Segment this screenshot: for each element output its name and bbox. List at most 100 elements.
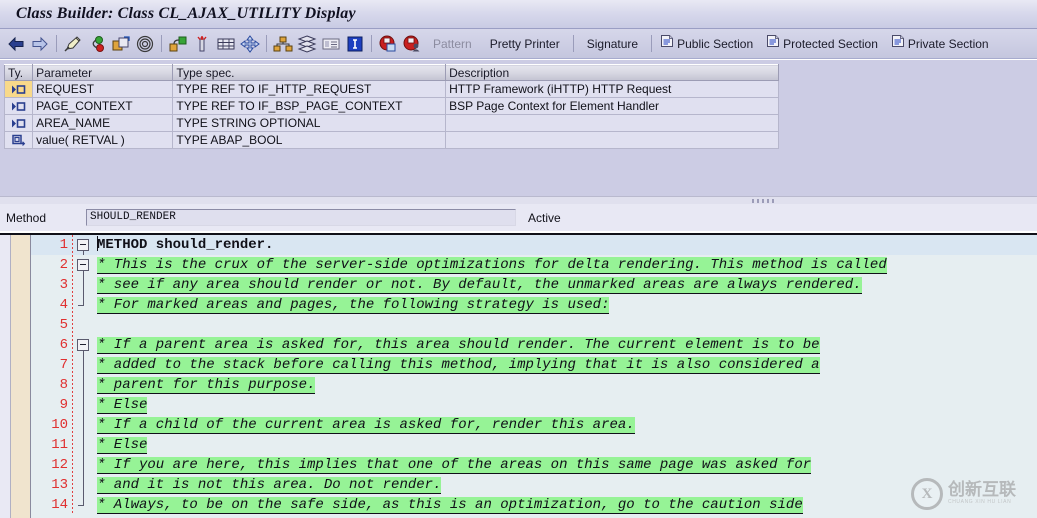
parameter-name-cell[interactable]: REQUEST: [32, 80, 174, 98]
code-line-text[interactable]: * This is the crux of the server-side op…: [95, 255, 1037, 275]
inheritance-icon[interactable]: [295, 32, 319, 56]
attribute-list-icon[interactable]: [319, 32, 343, 56]
code-line[interactable]: 5: [31, 315, 1037, 335]
code-line-text[interactable]: * Else: [95, 435, 1037, 455]
parameter-description-cell[interactable]: BSP Page Context for Element Handler: [445, 97, 779, 115]
code-line[interactable]: 9 * Else: [31, 395, 1037, 415]
code-line-text[interactable]: * and it is not this area. Do not render…: [95, 475, 1037, 495]
code-line[interactable]: 4 * For marked areas and pages, the follo…: [31, 295, 1037, 315]
table-row[interactable]: value( RETVAL ) TYPE ABAP_BOOL: [3, 131, 779, 149]
fold-collapse-icon[interactable]: [77, 239, 89, 251]
copy-object-icon[interactable]: [109, 32, 133, 56]
code-line-text[interactable]: * Else: [95, 395, 1037, 415]
private-section-button[interactable]: Private Section: [887, 33, 998, 55]
code-line[interactable]: 10 * If a child of the current area is as…: [31, 415, 1037, 435]
fold-gutter[interactable]: [73, 375, 95, 395]
fold-gutter[interactable]: [73, 475, 95, 495]
fold-collapse-icon[interactable]: [77, 339, 89, 351]
fold-gutter[interactable]: [73, 335, 95, 355]
fold-gutter[interactable]: [73, 455, 95, 475]
column-header-type-indicator[interactable]: Ty.: [3, 64, 34, 81]
code-line-text[interactable]: * added to the stack before calling this…: [95, 355, 1037, 375]
column-header-parameter[interactable]: Parameter: [32, 64, 174, 81]
fold-gutter[interactable]: [73, 295, 95, 315]
fold-gutter[interactable]: [73, 355, 95, 375]
code-line-text[interactable]: [95, 315, 1037, 335]
fold-gutter[interactable]: [73, 315, 95, 335]
back-arrow-icon[interactable]: [4, 32, 28, 56]
code-line[interactable]: 13 * and it is not this area. Do not rend…: [31, 475, 1037, 495]
code-line[interactable]: 8 * parent for this purpose.: [31, 375, 1037, 395]
exception-icon[interactable]: [400, 32, 424, 56]
code-lines-container[interactable]: 1 METHOD should_render. 2 * This is the cru…: [31, 235, 1037, 518]
pattern-button[interactable]: Pattern: [424, 33, 481, 55]
code-line-text[interactable]: METHOD should_render.: [95, 235, 1037, 255]
table-row[interactable]: PAGE_CONTEXT TYPE REF TO IF_BSP_PAGE_CONT…: [3, 97, 779, 115]
fold-gutter[interactable]: [73, 255, 95, 275]
bookmark-gutter[interactable]: [0, 235, 11, 518]
public-section-button[interactable]: Public Section: [656, 33, 762, 55]
fold-line: [83, 375, 84, 395]
code-line-text[interactable]: * For marked areas and pages, the follow…: [95, 295, 1037, 315]
code-line-text[interactable]: * parent for this purpose.: [95, 375, 1037, 395]
code-line[interactable]: 1 METHOD should_render.: [31, 235, 1037, 255]
parameter-type-indicator-returning[interactable]: [3, 131, 34, 149]
signature-button[interactable]: Signature: [578, 33, 647, 55]
navigate-icon[interactable]: [238, 32, 262, 56]
insert-statement-icon[interactable]: [190, 32, 214, 56]
comment-text: * and it is not this area. Do not render…: [97, 477, 442, 494]
parameter-type-cell[interactable]: TYPE REF TO IF_BSP_PAGE_CONTEXT: [172, 97, 447, 115]
breakpoint-gutter[interactable]: [11, 235, 31, 518]
code-line[interactable]: 2 * This is the crux of the server-side o…: [31, 255, 1037, 275]
parameter-type-cell[interactable]: TYPE ABAP_BOOL: [172, 131, 447, 149]
fold-gutter[interactable]: [73, 235, 95, 255]
code-line[interactable]: 11 * Else: [31, 435, 1037, 455]
fold-line: [83, 395, 84, 415]
parameter-description-cell[interactable]: [445, 131, 779, 149]
fold-gutter[interactable]: [73, 415, 95, 435]
parameter-name-cell[interactable]: AREA_NAME: [32, 114, 174, 132]
code-line-text[interactable]: * If a parent area is asked for, this ar…: [95, 335, 1037, 355]
forward-arrow-icon[interactable]: [28, 32, 52, 56]
fold-gutter[interactable]: [73, 395, 95, 415]
parameter-type-indicator-importing[interactable]: [3, 97, 34, 115]
code-line[interactable]: 12 * If you are here, this implies that o…: [31, 455, 1037, 475]
where-used-icon[interactable]: [133, 32, 157, 56]
parameter-name-cell[interactable]: value( RETVAL ): [32, 131, 174, 149]
table-row[interactable]: AREA_NAME TYPE STRING OPTIONAL: [3, 114, 779, 132]
redefine-icon[interactable]: [376, 32, 400, 56]
parameter-type-cell[interactable]: TYPE REF TO IF_HTTP_REQUEST: [172, 80, 447, 98]
code-line-text[interactable]: * Always, to be on the safe side, as thi…: [95, 495, 1037, 515]
code-line[interactable]: 3 * see if any area should render or not.…: [31, 275, 1037, 295]
code-line-text[interactable]: * see if any area should render or not. …: [95, 275, 1037, 295]
parameter-type-cell[interactable]: TYPE STRING OPTIONAL: [172, 114, 447, 132]
check-syntax-icon[interactable]: [61, 32, 85, 56]
parameter-name-cell[interactable]: PAGE_CONTEXT: [32, 97, 174, 115]
fold-collapse-icon[interactable]: [77, 259, 89, 271]
class-hierarchy-icon[interactable]: [271, 32, 295, 56]
parameter-description-cell[interactable]: HTTP Framework (iHTTP) HTTP Request: [445, 80, 779, 98]
parameter-type-indicator-importing[interactable]: [3, 80, 34, 98]
code-line-text[interactable]: * If you are here, this implies that one…: [95, 455, 1037, 475]
fold-gutter[interactable]: [73, 275, 95, 295]
display-object-list-icon[interactable]: [166, 32, 190, 56]
column-header-description[interactable]: Description: [445, 64, 779, 81]
method-label: Method: [6, 210, 47, 225]
method-name-input[interactable]: [86, 209, 516, 226]
code-line[interactable]: 7 * added to the stack before calling thi…: [31, 355, 1037, 375]
table-row[interactable]: REQUEST TYPE REF TO IF_HTTP_REQUEST HTTP F…: [3, 80, 779, 98]
parameter-description-cell[interactable]: [445, 114, 779, 132]
fold-gutter[interactable]: [73, 495, 95, 515]
code-editor[interactable]: 1 METHOD should_render. 2 * This is the cru…: [0, 233, 1037, 518]
code-line[interactable]: 14 * Always, to be on the safe side, as t…: [31, 495, 1037, 515]
pretty-printer-button[interactable]: Pretty Printer: [481, 33, 569, 55]
protected-section-button[interactable]: Protected Section: [762, 33, 887, 55]
info-icon[interactable]: [343, 32, 367, 56]
code-line[interactable]: 6 * If a parent area is asked for, this a…: [31, 335, 1037, 355]
activate-icon[interactable]: [85, 32, 109, 56]
table-icon[interactable]: [214, 32, 238, 56]
column-header-type-spec[interactable]: Type spec.: [172, 64, 447, 81]
parameter-type-indicator-importing[interactable]: [3, 114, 34, 132]
code-line-text[interactable]: * If a child of the current area is aske…: [95, 415, 1037, 435]
fold-gutter[interactable]: [73, 435, 95, 455]
